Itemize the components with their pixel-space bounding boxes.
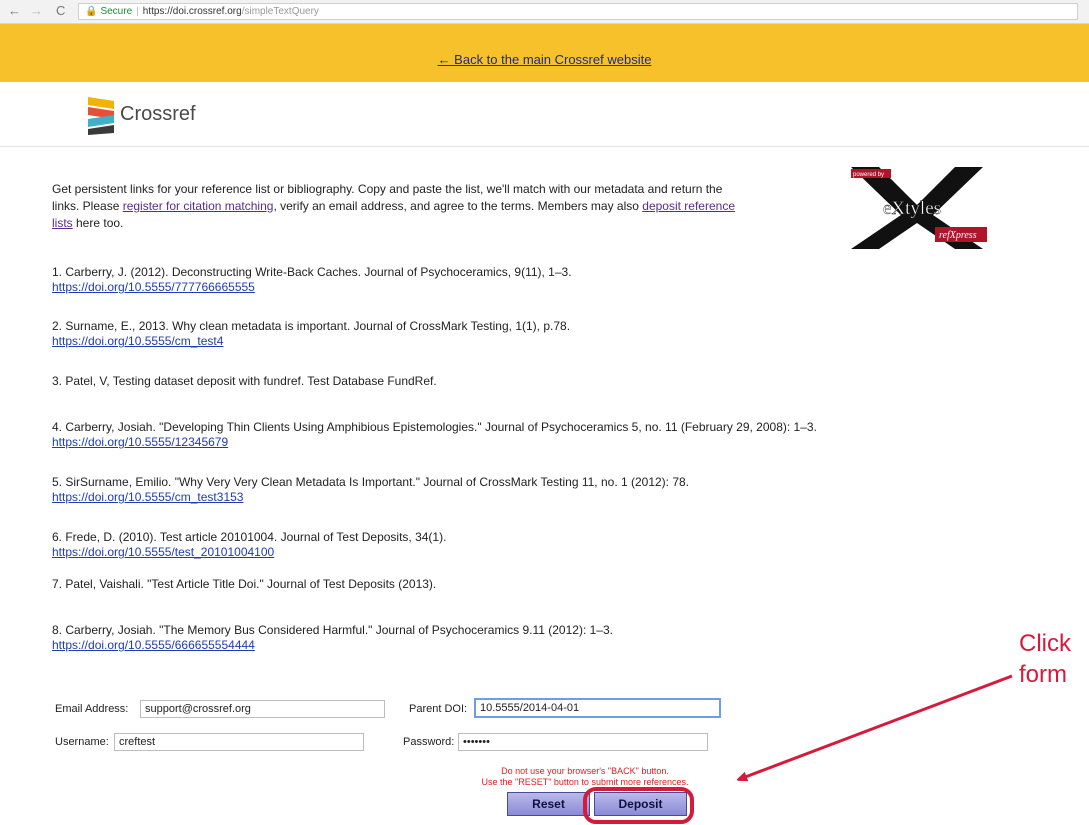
- reference-doi-link[interactable]: https://doi.org/10.5555/cm_test3153: [52, 490, 1042, 505]
- reference-doi-link[interactable]: https://doi.org/10.5555/666655554444: [52, 638, 1042, 653]
- parent-doi-field[interactable]: [474, 698, 721, 718]
- header-divider: [0, 146, 1089, 147]
- intro-paragraph: Get persistent links for your reference …: [52, 182, 735, 230]
- extyles-refxpress-logo: powered by eXtyles refXpress: [843, 167, 991, 249]
- browser-toolbar: ← → C 🔒 Secure | https://doi.crossref.org/s…: [0, 0, 1089, 24]
- extyles-text: eXtyles: [883, 198, 941, 219]
- reference-doi-link[interactable]: https://doi.org/10.5555/777766665555: [52, 280, 1042, 295]
- username-label: Username:: [55, 736, 109, 748]
- password-field[interactable]: [458, 733, 708, 751]
- address-bar[interactable]: 🔒 Secure | https://doi.crossref.org/simpleT…: [78, 3, 1078, 20]
- reference-doi-link[interactable]: https://doi.org/10.5555/12345679: [52, 435, 1042, 450]
- reset-button[interactable]: Reset: [507, 792, 590, 816]
- reference-item: 4. Carberry, Josiah. "Developing Thin Cl…: [52, 420, 1042, 450]
- reference-item: 6. Frede, D. (2010). Test article 201010…: [52, 530, 1042, 560]
- reference-item: 5. SirSurname, Emilio. "Why Very Very Cl…: [52, 475, 1042, 505]
- email-label: Email Address:: [55, 703, 129, 715]
- forward-arrow-icon[interactable]: →: [30, 3, 43, 19]
- password-label: Password:: [403, 736, 455, 748]
- register-citation-matching-link[interactable]: register for citation matching: [123, 199, 274, 213]
- reference-item: 8. Carberry, Josiah. "The Memory Bus Con…: [52, 623, 1042, 653]
- username-field[interactable]: [114, 733, 364, 751]
- secure-label: Secure: [100, 6, 133, 17]
- reference-doi-link[interactable]: https://doi.org/10.5555/cm_test4: [52, 334, 1042, 349]
- powered-by-text: powered by: [853, 172, 884, 178]
- form-warning: Do not use your browser's "BACK" button.…: [481, 766, 689, 787]
- reference-doi-link[interactable]: https://doi.org/10.5555/test_20101004100: [52, 545, 1042, 560]
- annotation-arrow: [740, 674, 1013, 779]
- parent-doi-label: Parent DOI:: [409, 703, 468, 715]
- email-field[interactable]: [140, 700, 385, 718]
- url-host: https://doi.crossref.org: [142, 6, 242, 17]
- top-banner: ← Back to the main Crossref website: [0, 24, 1089, 82]
- refxpress-text: refXpress: [939, 230, 977, 241]
- crossref-logo[interactable]: Crossref: [86, 95, 286, 135]
- annotation-text: Click form: [1019, 630, 1071, 688]
- reference-item: 1. Carberry, J. (2012). Deconstructing W…: [52, 265, 1042, 295]
- deposit-button[interactable]: Deposit: [594, 792, 687, 816]
- back-arrow-icon[interactable]: ←: [8, 3, 21, 19]
- back-to-crossref-link[interactable]: ← Back to the main Crossref website: [438, 52, 652, 67]
- logo-text: Crossref: [120, 103, 196, 125]
- lock-icon: 🔒: [85, 6, 98, 17]
- url-path: /simpleTextQuery: [241, 6, 319, 17]
- reference-item: 2. Surname, E., 2013. Why clean metadata…: [52, 319, 1042, 349]
- reference-item: 7. Patel, Vaishali. "Test Article Title …: [52, 577, 437, 591]
- reload-icon[interactable]: C: [56, 3, 65, 19]
- reference-item: 3. Patel, V, Testing dataset deposit wit…: [52, 374, 437, 388]
- crossref-logo-icon: [88, 97, 114, 135]
